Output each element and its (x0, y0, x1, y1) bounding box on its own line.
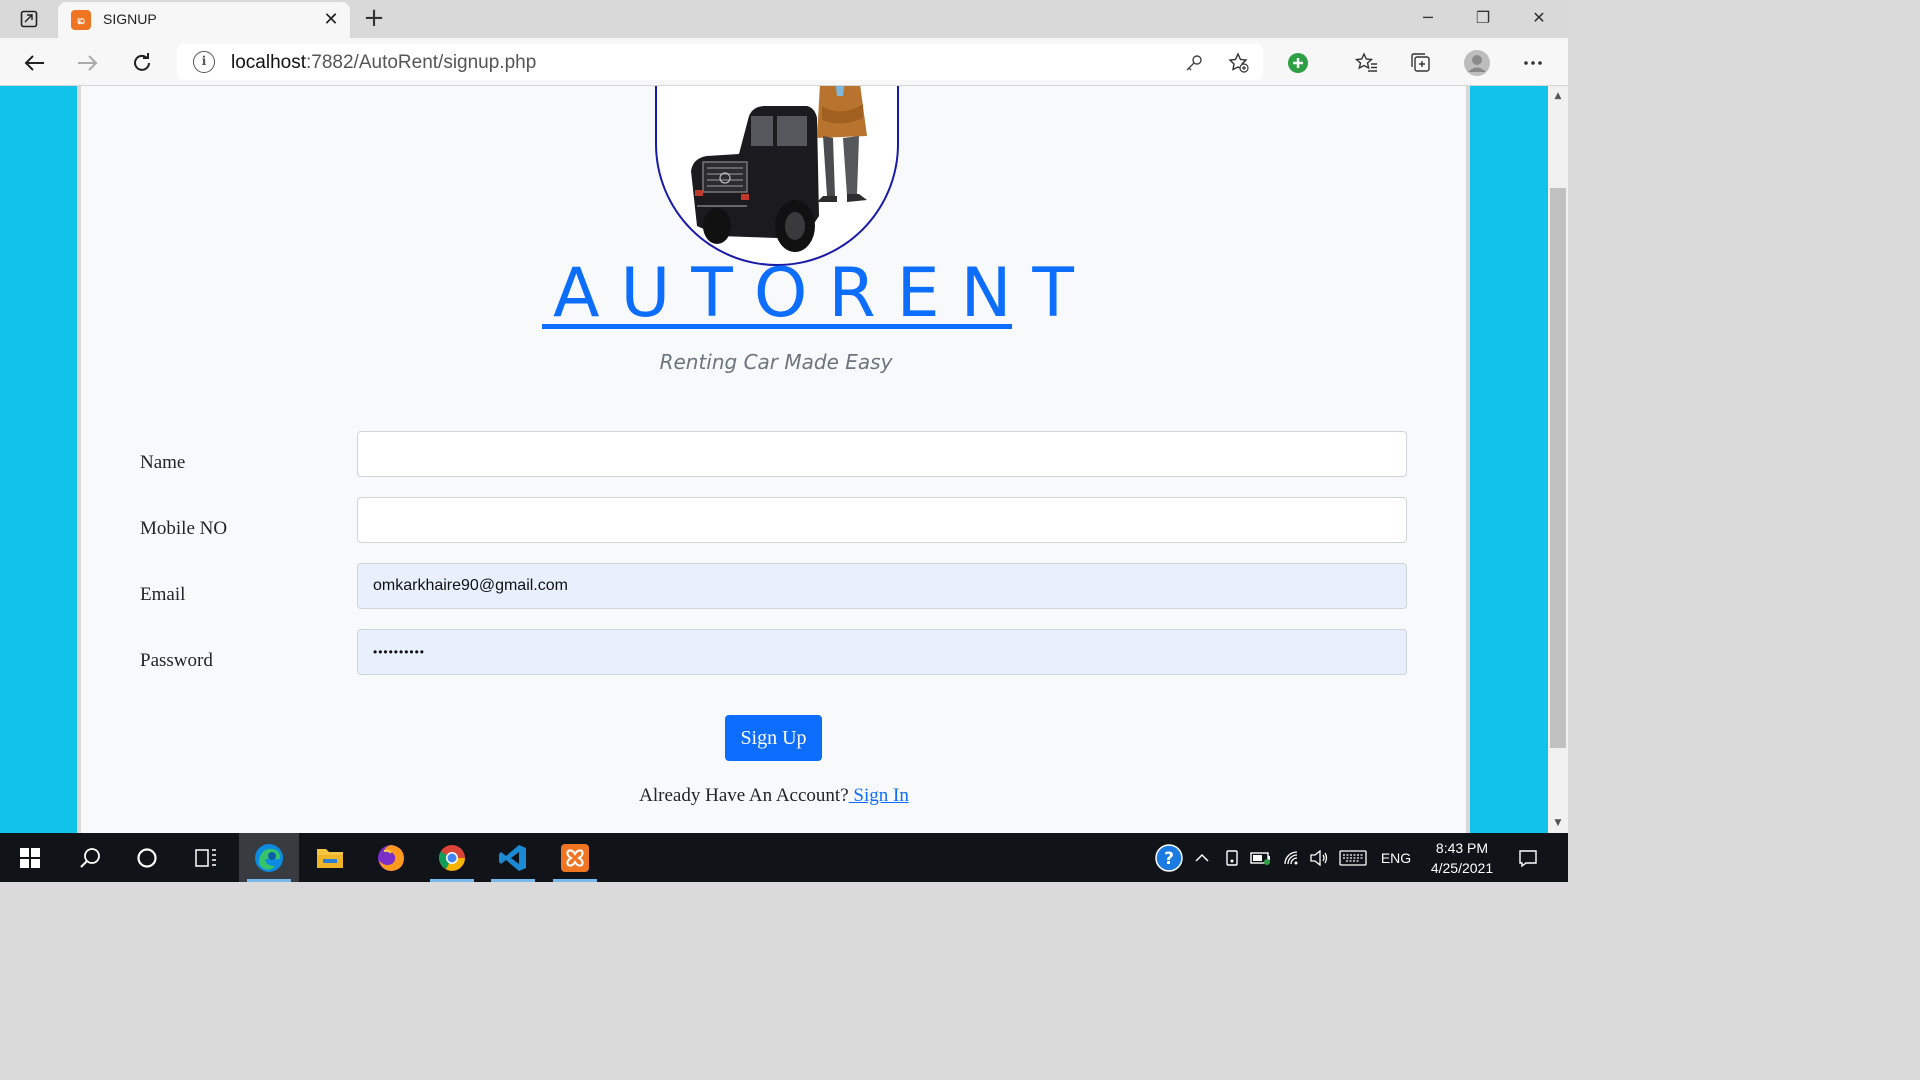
vscode-icon[interactable] (483, 833, 543, 882)
password-label: Password (140, 650, 213, 671)
name-input[interactable] (357, 431, 1407, 477)
email-input[interactable]: omkarkhaire90@gmail.com (357, 563, 1407, 609)
scroll-thumb[interactable] (1550, 188, 1566, 748)
file-explorer-icon[interactable] (300, 833, 360, 882)
have-account-text: Already Have An Account? Sign In (569, 785, 979, 807)
browser-toolbar: i localhost:7882/AutoRent/signup.php (0, 38, 1568, 86)
signup-button[interactable]: Sign Up (725, 715, 822, 761)
wifi-icon[interactable] (1280, 833, 1304, 882)
battery-icon[interactable] (1248, 833, 1274, 882)
keyboard-icon[interactable] (1336, 833, 1370, 882)
new-tab-icon[interactable]: + (360, 5, 388, 33)
forward-icon[interactable] (72, 47, 104, 79)
page-viewport: AUTORENT Renting Car Made Easy Name Mobi… (0, 86, 1548, 833)
windows-start-icon[interactable] (0, 833, 60, 882)
have-account-label: Already Have An Account? (639, 785, 849, 806)
xampp-taskbar-icon[interactable] (545, 833, 605, 882)
firefox-icon[interactable] (361, 833, 421, 882)
edge-active-indicator (247, 879, 291, 882)
scroll-down-icon[interactable]: ▼ (1548, 815, 1568, 831)
key-icon[interactable] (1181, 50, 1207, 76)
device-icon[interactable] (1220, 833, 1244, 882)
name-label: Name (140, 452, 186, 473)
edge-taskbar-icon[interactable] (239, 833, 299, 882)
svg-text:?: ? (1164, 849, 1174, 869)
collections-icon[interactable] (1406, 48, 1436, 78)
task-view-icon[interactable] (176, 833, 236, 882)
cortana-icon[interactable] (117, 833, 177, 882)
address-bar[interactable]: i localhost:7882/AutoRent/signup.php (177, 44, 1263, 80)
chrome-open-indicator (430, 879, 474, 882)
clock-time: 8:43 PM (1435, 840, 1489, 856)
brand-underline (542, 324, 1012, 329)
more-menu-icon[interactable] (1518, 48, 1548, 78)
system-clock[interactable]: 8:43 PM 4/25/2021 (1418, 838, 1506, 878)
search-icon[interactable] (60, 833, 120, 882)
tagline: Renting Car Made Easy (659, 350, 893, 374)
restore-icon[interactable]: ❐ (1461, 4, 1505, 32)
refresh-icon[interactable] (126, 47, 158, 79)
back-icon[interactable] (18, 47, 50, 79)
xampp-favicon-icon: ಐ (71, 10, 91, 30)
add-favorite-icon[interactable] (1226, 50, 1252, 76)
language-indicator[interactable]: ENG (1374, 833, 1418, 882)
windows-taskbar: ? ENG 8:43 PM 4/25/2021 (0, 833, 1568, 882)
vscode-open-indicator (491, 879, 535, 882)
volume-icon[interactable] (1306, 833, 1332, 882)
email-label: Email (140, 584, 186, 605)
signin-link[interactable]: Sign In (849, 785, 908, 806)
tab-actions-icon[interactable] (10, 6, 48, 32)
clock-date: 4/25/2021 (1430, 860, 1494, 876)
autorent-logo-image (655, 86, 899, 266)
tab-signup[interactable]: ಐ SIGNUP ✕ (58, 2, 350, 38)
mobile-input[interactable] (357, 497, 1407, 543)
scroll-up-icon[interactable]: ▲ (1548, 88, 1568, 104)
window-close-icon[interactable]: ✕ (1517, 4, 1561, 32)
minimize-icon[interactable]: ─ (1406, 4, 1450, 32)
mobile-label: Mobile NO (140, 518, 228, 539)
favorites-icon[interactable] (1352, 48, 1382, 78)
extension-icon[interactable] (1283, 48, 1313, 78)
tab-close-icon[interactable]: ✕ (320, 9, 342, 31)
notifications-icon[interactable] (1510, 833, 1546, 882)
site-info-icon[interactable]: i (193, 51, 215, 73)
help-icon[interactable]: ? (1152, 833, 1186, 882)
tab-title: SIGNUP (103, 11, 157, 27)
url-text[interactable]: localhost:7882/AutoRent/signup.php (231, 52, 536, 74)
chrome-icon[interactable] (422, 833, 482, 882)
xampp-open-indicator (553, 879, 597, 882)
page-scrollbar[interactable]: ▲ ▼ (1548, 86, 1568, 833)
profile-avatar-icon[interactable] (1462, 48, 1492, 78)
show-hidden-icons-icon[interactable] (1190, 833, 1214, 882)
password-input[interactable]: •••••••••• (357, 629, 1407, 675)
browser-tab-bar: ಐ SIGNUP ✕ + ─ ❐ ✕ (0, 0, 1568, 38)
brand-title[interactable]: AUTORENT (539, 254, 1074, 333)
